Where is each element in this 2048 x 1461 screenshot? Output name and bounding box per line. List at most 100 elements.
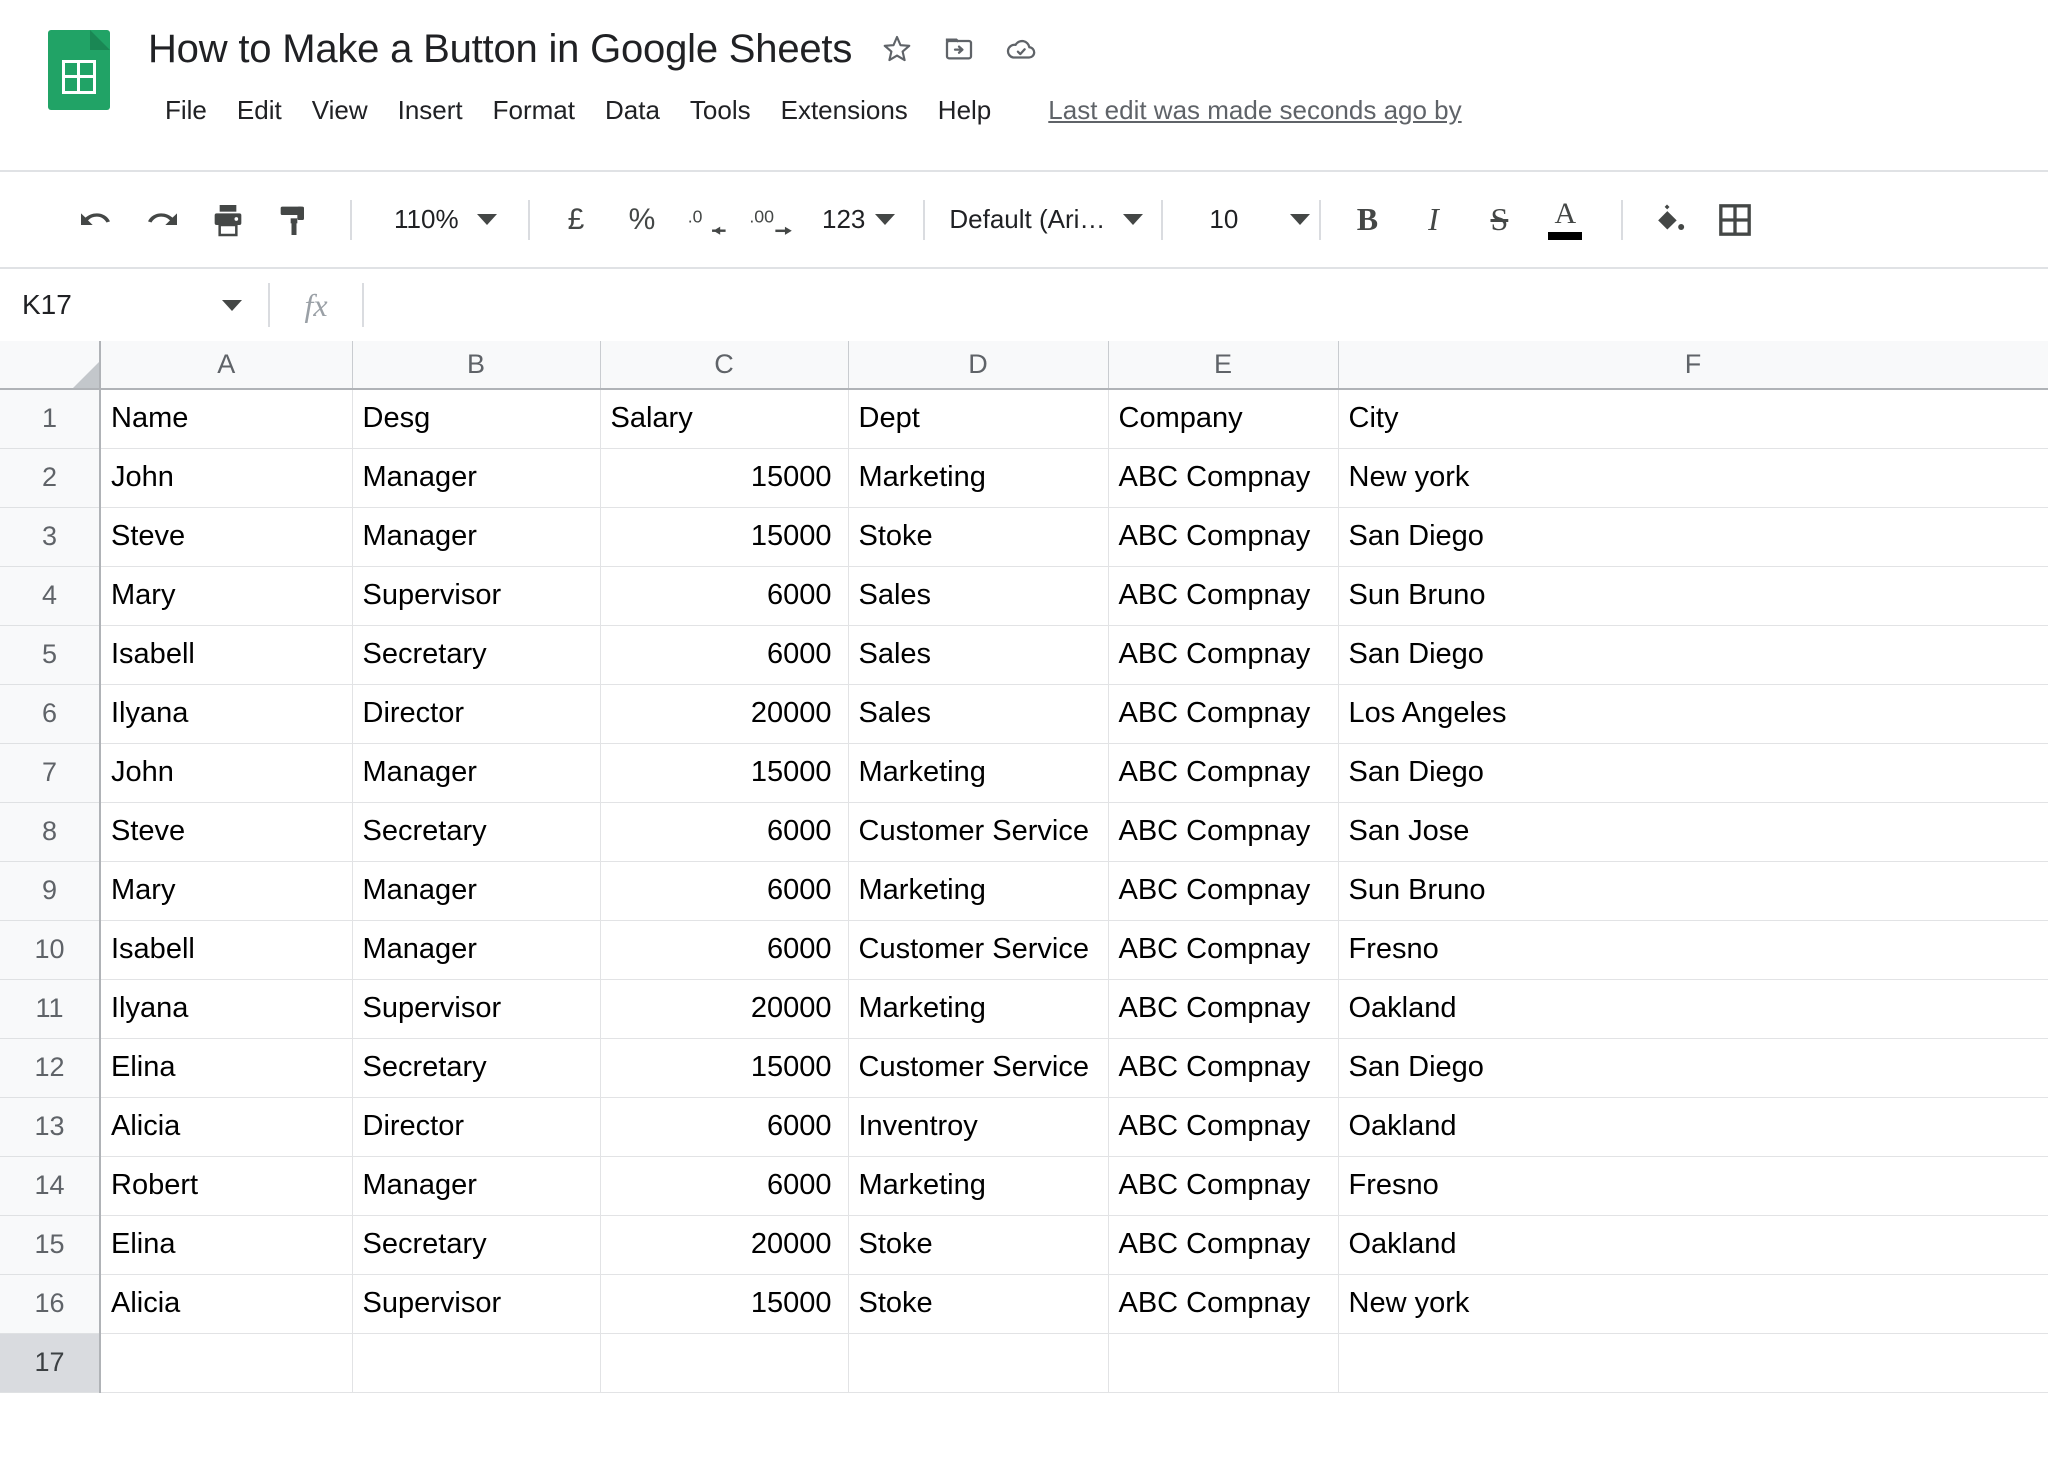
cell-A4[interactable]: Mary	[100, 566, 353, 626]
redo-icon[interactable]	[134, 192, 190, 248]
column-header-b[interactable]: B	[352, 341, 601, 390]
cell-F15[interactable]: Oakland	[1338, 1215, 2048, 1275]
font-size-selector[interactable]: 10	[1181, 194, 1311, 246]
cell-D9[interactable]: Marketing	[848, 861, 1109, 921]
cell-A2[interactable]: John	[100, 448, 353, 508]
cell-F8[interactable]: San Jose	[1338, 802, 2048, 862]
cell-B16[interactable]: Supervisor	[352, 1274, 601, 1334]
cell-F5[interactable]: San Diego	[1338, 625, 2048, 685]
cell-E15[interactable]: ABC Compnay	[1108, 1215, 1339, 1275]
decrease-decimal-button[interactable]: .0	[680, 192, 736, 248]
cell-B9[interactable]: Manager	[352, 861, 601, 921]
cell-E14[interactable]: ABC Compnay	[1108, 1156, 1339, 1216]
cell-C13[interactable]: 6000	[600, 1097, 849, 1157]
menu-item-edit[interactable]: Edit	[222, 89, 297, 132]
text-color-button[interactable]: A	[1537, 192, 1593, 248]
cell-C11[interactable]: 20000	[600, 979, 849, 1039]
menu-item-view[interactable]: View	[297, 89, 383, 132]
cell-F11[interactable]: Oakland	[1338, 979, 2048, 1039]
cell-E12[interactable]: ABC Compnay	[1108, 1038, 1339, 1098]
cell-C3[interactable]: 15000	[600, 507, 849, 567]
column-header-e[interactable]: E	[1108, 341, 1339, 390]
cell-B12[interactable]: Secretary	[352, 1038, 601, 1098]
column-header-a[interactable]: A	[100, 341, 353, 390]
cell-E3[interactable]: ABC Compnay	[1108, 507, 1339, 567]
borders-icon[interactable]	[1707, 192, 1763, 248]
undo-icon[interactable]	[68, 192, 124, 248]
row-header-2[interactable]: 2	[0, 448, 101, 508]
cell-D13[interactable]: Inventroy	[848, 1097, 1109, 1157]
row-header-5[interactable]: 5	[0, 625, 101, 685]
row-header-12[interactable]: 12	[0, 1038, 101, 1098]
cell-D5[interactable]: Sales	[848, 625, 1109, 685]
cell-C7[interactable]: 15000	[600, 743, 849, 803]
cell-E11[interactable]: ABC Compnay	[1108, 979, 1339, 1039]
cell-D8[interactable]: Customer Service	[848, 802, 1109, 862]
cell-C2[interactable]: 15000	[600, 448, 849, 508]
cell-D6[interactable]: Sales	[848, 684, 1109, 744]
cell-F3[interactable]: San Diego	[1338, 507, 2048, 567]
paint-format-icon[interactable]	[266, 192, 322, 248]
print-icon[interactable]	[200, 192, 256, 248]
menu-item-tools[interactable]: Tools	[675, 89, 766, 132]
cell-A3[interactable]: Steve	[100, 507, 353, 567]
cell-F2[interactable]: New york	[1338, 448, 2048, 508]
star-icon[interactable]	[880, 32, 914, 66]
cell-E8[interactable]: ABC Compnay	[1108, 802, 1339, 862]
strikethrough-button[interactable]: S	[1471, 192, 1527, 248]
cell-D2[interactable]: Marketing	[848, 448, 1109, 508]
cell-E6[interactable]: ABC Compnay	[1108, 684, 1339, 744]
cell-D15[interactable]: Stoke	[848, 1215, 1109, 1275]
cell-E9[interactable]: ABC Compnay	[1108, 861, 1339, 921]
row-header-7[interactable]: 7	[0, 743, 101, 803]
cell-F14[interactable]: Fresno	[1338, 1156, 2048, 1216]
cell-A5[interactable]: Isabell	[100, 625, 353, 685]
cell-B4[interactable]: Supervisor	[352, 566, 601, 626]
cell-B8[interactable]: Secretary	[352, 802, 601, 862]
cell-F4[interactable]: Sun Bruno	[1338, 566, 2048, 626]
cell-F10[interactable]: Fresno	[1338, 920, 2048, 980]
cell-D14[interactable]: Marketing	[848, 1156, 1109, 1216]
cell-C15[interactable]: 20000	[600, 1215, 849, 1275]
cell-C5[interactable]: 6000	[600, 625, 849, 685]
zoom-selector[interactable]: 110%	[370, 194, 510, 246]
cell-C8[interactable]: 6000	[600, 802, 849, 862]
cell-F6[interactable]: Los Angeles	[1338, 684, 2048, 744]
cell-A16[interactable]: Alicia	[100, 1274, 353, 1334]
cell-B11[interactable]: Supervisor	[352, 979, 601, 1039]
row-header-14[interactable]: 14	[0, 1156, 101, 1216]
cell-B5[interactable]: Secretary	[352, 625, 601, 685]
cell-A9[interactable]: Mary	[100, 861, 353, 921]
cell-E13[interactable]: ABC Compnay	[1108, 1097, 1339, 1157]
cell-A8[interactable]: Steve	[100, 802, 353, 862]
last-edit-status[interactable]: Last edit was made seconds ago by	[1048, 95, 1461, 126]
cell-A1[interactable]: Name	[100, 389, 353, 449]
increase-decimal-button[interactable]: .00	[746, 192, 802, 248]
cell-E5[interactable]: ABC Compnay	[1108, 625, 1339, 685]
menu-item-help[interactable]: Help	[923, 89, 1006, 132]
cell-B3[interactable]: Manager	[352, 507, 601, 567]
font-family-selector[interactable]: Default (Ari…	[943, 194, 1144, 246]
document-title[interactable]: How to Make a Button in Google Sheets	[148, 27, 852, 72]
name-box[interactable]: K17	[0, 269, 268, 341]
cell-E1[interactable]: Company	[1108, 389, 1339, 449]
menu-item-file[interactable]: File	[150, 89, 222, 132]
cell-C10[interactable]: 6000	[600, 920, 849, 980]
cell-A15[interactable]: Elina	[100, 1215, 353, 1275]
cell-F13[interactable]: Oakland	[1338, 1097, 2048, 1157]
cell-B14[interactable]: Manager	[352, 1156, 601, 1216]
menu-item-data[interactable]: Data	[590, 89, 675, 132]
bold-button[interactable]: B	[1339, 192, 1395, 248]
cell-B1[interactable]: Desg	[352, 389, 601, 449]
cell-D10[interactable]: Customer Service	[848, 920, 1109, 980]
fill-color-icon[interactable]	[1641, 192, 1697, 248]
cell-A6[interactable]: Ilyana	[100, 684, 353, 744]
cell-C16[interactable]: 15000	[600, 1274, 849, 1334]
cell-D12[interactable]: Customer Service	[848, 1038, 1109, 1098]
cell-D7[interactable]: Marketing	[848, 743, 1109, 803]
cell-B6[interactable]: Director	[352, 684, 601, 744]
cell-F12[interactable]: San Diego	[1338, 1038, 2048, 1098]
formula-input[interactable]	[364, 269, 2048, 341]
cell-E2[interactable]: ABC Compnay	[1108, 448, 1339, 508]
google-sheets-logo-icon[interactable]	[48, 30, 110, 110]
